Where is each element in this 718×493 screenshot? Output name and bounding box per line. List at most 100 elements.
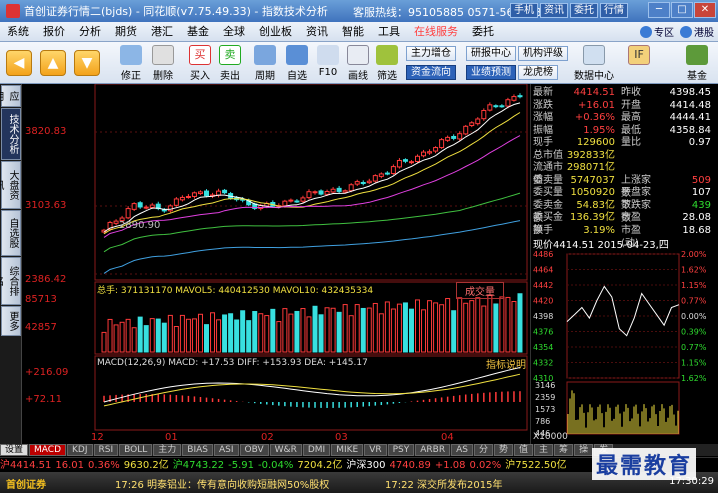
buy-icon: 买	[189, 45, 211, 65]
vtab-ranking[interactable]: 综合排名	[0, 257, 21, 305]
menu-fund[interactable]: 基金	[180, 22, 216, 42]
delete-label: 删除	[153, 71, 173, 82]
menu-futures[interactable]: 期货	[108, 22, 144, 42]
volume-bar	[131, 327, 137, 353]
tool-filter[interactable]: 筛选	[370, 44, 404, 82]
indicator-tab[interactable]: 分	[473, 444, 493, 456]
hk-link[interactable]: 港股	[680, 24, 714, 39]
menu-system[interactable]: 系统	[0, 22, 36, 42]
intraday-price-line	[566, 285, 680, 337]
price-label-mid: 3103.63	[25, 200, 67, 211]
ticker-item: +1.08	[434, 460, 466, 471]
quote-key: 现手	[533, 137, 553, 148]
quote-row: 涨幅 +0.36% 最高 4444.41	[533, 111, 714, 124]
menu-order[interactable]: 委托	[465, 22, 501, 42]
indicator-tab[interactable]: 主	[534, 444, 554, 456]
volume-button[interactable]: 成交量	[456, 282, 504, 299]
quote-key: 振幅	[533, 124, 553, 136]
indicator-tab[interactable]: KDJ	[67, 444, 93, 456]
ticker-item: -5.91	[228, 460, 255, 471]
menu-quote[interactable]: 报价	[36, 22, 72, 42]
vtab-watchlist[interactable]: 自选股	[1, 210, 21, 256]
menu-tools[interactable]: 工具	[371, 22, 407, 42]
tool-f10[interactable]: F10	[311, 44, 345, 82]
indicator-tab[interactable]: 势	[494, 444, 514, 456]
indicator-tab[interactable]: AS	[451, 444, 473, 456]
chip-forecast[interactable]: 业绩预测	[466, 65, 516, 80]
indicator-tab[interactable]: MIKE	[331, 444, 364, 456]
indicator-tab[interactable]: MACD	[29, 444, 66, 456]
candle-body	[300, 197, 306, 202]
quote-value: 4444.41	[669, 112, 711, 123]
indicator-tab[interactable]: BIAS	[182, 444, 213, 456]
indicator-tab[interactable]: 操	[574, 444, 594, 456]
tool-data-center[interactable]: 数据中心	[574, 44, 614, 82]
macd-explain-button[interactable]: 指标说明	[486, 356, 526, 371]
news-button[interactable]: 资讯	[540, 3, 568, 18]
candle-body	[336, 187, 342, 192]
down-arrow-icon[interactable]: ▼	[74, 50, 100, 76]
quote-key: 开盘	[621, 99, 641, 111]
menu-hk[interactable]: 港汇	[144, 22, 180, 42]
news-headline-2[interactable]: 17:22 深交所发布2015年	[385, 476, 502, 491]
indicator-tab[interactable]: ASI	[213, 444, 239, 456]
indicator-tab[interactable]: OBV	[239, 444, 269, 456]
maximize-button[interactable]: □	[671, 2, 693, 18]
indicator-tab[interactable]: W&R	[269, 444, 302, 456]
menu-right-tools: 专区 港股	[640, 24, 714, 39]
news-headline[interactable]: 17:26 明泰铝业：传有意向收购短融网50%股权	[115, 476, 329, 491]
tool-delete[interactable]: 删除	[146, 44, 180, 82]
candle-body	[396, 159, 402, 168]
tool-buy[interactable]: 买买入	[183, 44, 217, 82]
zone-link[interactable]: 专区	[640, 24, 674, 39]
chip-research[interactable]: 研报中心	[466, 46, 516, 61]
indicator-tab[interactable]: 值	[514, 444, 534, 456]
vtab-more[interactable]: 更多	[1, 306, 21, 336]
menu-info[interactable]: 资讯	[299, 22, 335, 42]
tool-if[interactable]: IF	[622, 44, 656, 82]
watchlist-icon	[286, 45, 308, 65]
up-arrow-icon[interactable]: ▲	[40, 50, 66, 76]
indicator-tab[interactable]: PSY	[387, 444, 415, 456]
vtab-app[interactable]: 应用	[0, 85, 21, 107]
vtab-market-news[interactable]: 大盘资讯	[0, 161, 21, 209]
indicator-tab[interactable]: 主力	[153, 444, 182, 456]
close-button[interactable]: ✕	[694, 2, 716, 18]
market-button[interactable]: 行情	[600, 3, 628, 18]
vtab-technical[interactable]: 技术分析	[1, 108, 21, 160]
mobile-button[interactable]: 手机	[510, 3, 538, 18]
indicator-tab[interactable]: 设置	[0, 444, 29, 456]
candle-body	[499, 105, 505, 108]
minimize-button[interactable]: ─	[648, 2, 670, 18]
chip-dragon-tiger[interactable]: 龙虎榜	[518, 65, 558, 80]
chip-rating[interactable]: 机构评级	[518, 46, 568, 61]
menu-smart[interactable]: 智能	[335, 22, 371, 42]
volume-bar	[125, 318, 131, 353]
tool-watchlist[interactable]: 自选	[280, 44, 314, 82]
menu-global[interactable]: 全球	[216, 22, 252, 42]
volume-bar	[360, 307, 366, 353]
indicator-tab[interactable]: VR	[364, 444, 387, 456]
main-chart[interactable]: 3820.83 3103.63 2386.42 2890.90 总手: 3711…	[23, 84, 528, 444]
tool-fund[interactable]: 基金	[680, 44, 714, 82]
chip-main-position[interactable]: 主力增仓	[406, 46, 456, 61]
trade-button[interactable]: 委托	[570, 3, 598, 18]
volume-bar	[137, 316, 143, 353]
tool-modify[interactable]: 修正	[114, 44, 148, 82]
indicator-tab[interactable]: 筹	[554, 444, 574, 456]
if-icon: IF	[628, 45, 650, 65]
menu-analysis[interactable]: 分析	[72, 22, 108, 42]
menu-gem[interactable]: 创业板	[252, 22, 299, 42]
indicator-tab[interactable]: BOLL	[119, 444, 153, 456]
volume-bar	[161, 322, 167, 353]
macd-label-low: +72.11	[25, 394, 63, 405]
menu-bar: 系统 报价 分析 期货 港汇 基金 全球 创业板 资讯 智能 工具 在线服务 委…	[0, 22, 718, 42]
chip-fund-flow[interactable]: 资金流向	[406, 65, 456, 80]
back-arrow-icon[interactable]: ◀	[6, 50, 32, 76]
indicator-tab[interactable]: RSI	[93, 444, 119, 456]
menu-online-service[interactable]: 在线服务	[407, 22, 465, 42]
tool-period[interactable]: 周期	[248, 44, 282, 82]
indicator-tab[interactable]: ARBR	[415, 444, 451, 456]
tool-sell[interactable]: 卖卖出	[213, 44, 247, 82]
indicator-tab[interactable]: DMI	[302, 444, 331, 456]
